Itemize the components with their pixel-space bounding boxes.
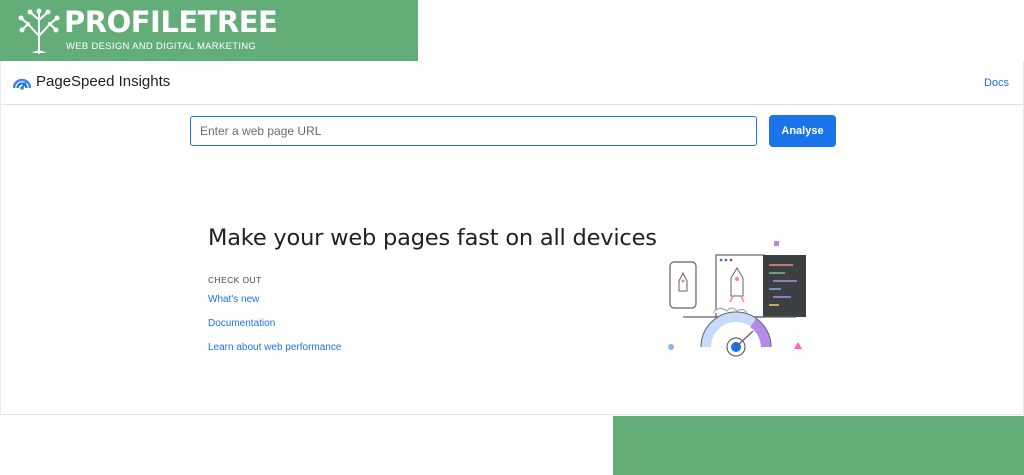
tree-logo-icon (18, 8, 60, 54)
devices-speed-illustration (668, 241, 806, 357)
pagespeed-app: PageSpeed Insights Docs Analyse Make you… (0, 61, 1024, 415)
hero-heading: Make your web pages fast on all devices (208, 225, 657, 251)
brand-banner: PROFILETREE WEB DESIGN AND DIGITAL MARKE… (0, 0, 418, 61)
url-input[interactable] (190, 116, 757, 146)
brand-footer-block (613, 416, 1024, 475)
analyse-button[interactable]: Analyse (769, 115, 836, 147)
app-title[interactable]: PageSpeed Insights (36, 73, 170, 90)
learn-web-performance-link[interactable]: Learn about web performance (208, 342, 341, 353)
app-header: PageSpeed Insights Docs (1, 61, 1023, 105)
docs-link[interactable]: Docs (984, 77, 1009, 89)
whats-new-link[interactable]: What's new (208, 294, 259, 305)
check-out-label: CHECK OUT (208, 275, 262, 285)
pagespeed-gauge-icon[interactable] (13, 75, 31, 91)
brand-tagline: WEB DESIGN AND DIGITAL MARKETING (66, 41, 257, 52)
brand-name: PROFILETREE (64, 5, 278, 39)
documentation-link[interactable]: Documentation (208, 318, 275, 329)
